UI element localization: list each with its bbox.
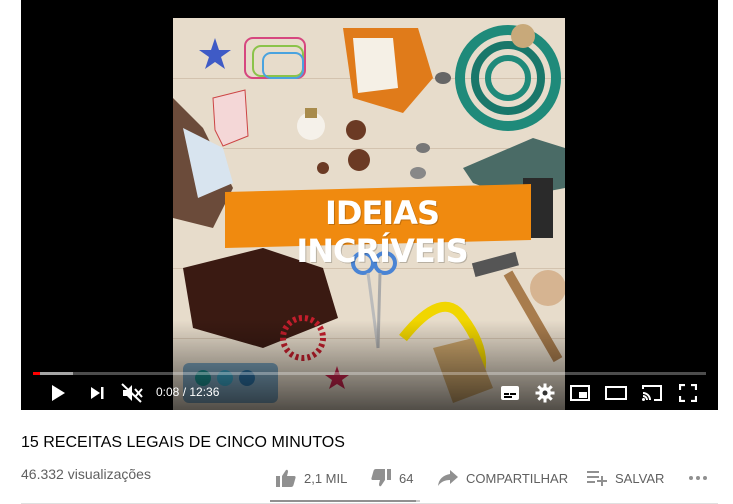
fullscreen-icon [679, 384, 697, 402]
progress-played [33, 372, 41, 375]
miniplayer-icon [570, 385, 590, 401]
dislike-button[interactable]: 64 [371, 466, 413, 490]
theater-mode-button[interactable] [601, 378, 631, 408]
more-actions-button[interactable] [688, 466, 716, 490]
save-label: SALVAR [615, 470, 665, 486]
settings-button[interactable] [531, 378, 559, 408]
like-count: 2,1 MIL [304, 470, 348, 486]
video-player[interactable]: IDEIAS INCRÍVEIS 0:08 / 12:36 [21, 0, 718, 410]
dislike-count: 64 [399, 470, 414, 486]
time-separator: / [179, 385, 190, 399]
share-icon [438, 470, 458, 486]
miniplayer-button[interactable] [565, 378, 595, 408]
play-button[interactable] [43, 378, 73, 408]
time-current: 0:08 [156, 385, 180, 399]
subtitles-button[interactable] [496, 378, 524, 408]
theater-mode-icon [605, 386, 627, 400]
cast-button[interactable] [637, 378, 667, 408]
mute-button[interactable] [117, 378, 147, 408]
save-button[interactable]: SALVAR [587, 466, 664, 490]
gear-icon [535, 383, 555, 403]
thumbs-down-icon [371, 469, 391, 487]
sentiment-bar-likes [270, 500, 416, 502]
volume-muted-icon [121, 383, 143, 403]
play-icon [52, 385, 65, 401]
video-title: 15 RECEITAS LEGAIS DE CINCO MINUTOS [21, 434, 345, 451]
time-total: 12:36 [189, 385, 220, 399]
progress-bar[interactable] [33, 372, 706, 375]
player-controls: 0:08 / 12:36 [21, 378, 718, 408]
more-horizontal-icon [689, 476, 707, 480]
cast-icon [642, 385, 662, 401]
time-display: 0:08 / 12:36 [156, 385, 219, 399]
fullscreen-button[interactable] [673, 378, 703, 408]
thumbs-up-icon [276, 469, 296, 487]
share-label: COMPARTILHAR [466, 470, 569, 486]
sentiment-bar [270, 500, 420, 502]
video-actions: 2,1 MIL 64 COMPARTILHAR SALVAR [0, 466, 733, 490]
thumbnail-title: IDEIAS INCRÍVEIS [296, 194, 468, 270]
skip-next-icon [91, 387, 104, 399]
share-button[interactable]: COMPARTILHAR [438, 466, 568, 490]
like-button[interactable]: 2,1 MIL [276, 466, 347, 490]
subtitles-icon [501, 386, 519, 400]
playlist-add-icon [587, 471, 607, 486]
next-button[interactable] [83, 378, 111, 408]
